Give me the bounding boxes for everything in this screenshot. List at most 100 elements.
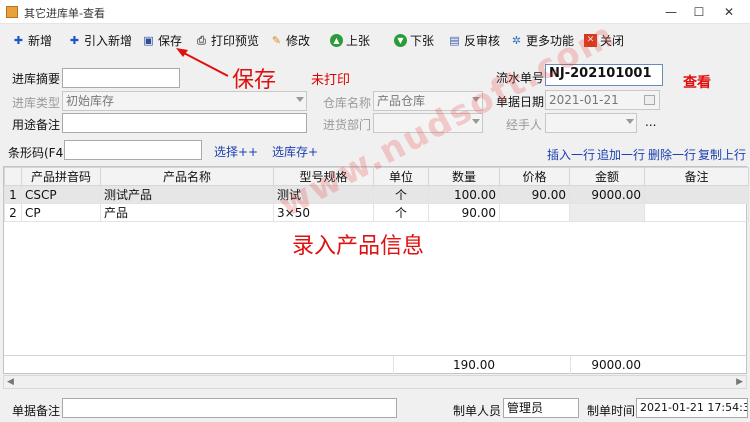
import-new-button[interactable]: ✚ 引入新增: [68, 31, 132, 49]
barcode-label: 条形码(F4): [8, 146, 68, 160]
plus-icon: ✚: [13, 33, 24, 47]
total-qty: 190.00: [393, 356, 499, 374]
save-icon: ▣: [143, 33, 154, 47]
column-header[interactable]: 备注: [644, 167, 749, 186]
code-cell[interactable]: CP: [21, 203, 101, 222]
handler-label: 经手人: [506, 118, 543, 132]
price-cell[interactable]: [499, 203, 570, 222]
next-button[interactable]: ▼ 下张: [394, 31, 434, 49]
print-status: 未打印: [311, 73, 351, 88]
gear-icon: ✲: [511, 33, 522, 47]
save-button[interactable]: ▣ 保存: [142, 31, 182, 49]
time-field[interactable]: 2021-01-21 17:54:34: [636, 398, 748, 418]
type-value: 初始库存: [66, 94, 115, 108]
warehouse-value: 产品仓库: [377, 94, 426, 108]
warehouse-label: 仓库名称: [323, 96, 372, 110]
product-grid[interactable]: 产品拼音码 产品名称 型号规格 单位 数量 价格 金额 备注 1 CSCP 测试…: [3, 166, 749, 374]
note-cell[interactable]: [644, 185, 749, 204]
column-header[interactable]: 价格: [499, 167, 570, 186]
chevron-down-icon: [626, 119, 634, 124]
view-annotation: 查看: [683, 75, 711, 91]
arrow-up-icon: ▲: [330, 33, 343, 47]
unit-cell[interactable]: 个: [373, 185, 429, 204]
edit-button[interactable]: ✎ 修改: [270, 31, 310, 49]
select-plus-link[interactable]: 选择++: [214, 143, 258, 160]
remark-label: 单据备注: [12, 404, 61, 418]
print-preview-button[interactable]: ⎙ 打印预览: [195, 31, 259, 49]
barcode-input[interactable]: [64, 140, 202, 160]
save-annotation: 保存: [232, 68, 277, 93]
edit-icon: ✎: [271, 33, 282, 47]
copy-row-link[interactable]: 复制上行: [698, 146, 746, 163]
window-title: 其它进库单-查看: [24, 7, 105, 20]
new-button[interactable]: ✚ 新增: [12, 31, 52, 49]
table-row[interactable]: 1 CSCP 测试产品 测试 个 100.00 90.00 9000.00: [4, 185, 749, 204]
summary-label: 进库摘要: [12, 72, 61, 86]
date-picker[interactable]: 2021-01-21: [545, 90, 660, 110]
qty-cell[interactable]: 100.00: [428, 185, 500, 204]
price-cell[interactable]: 90.00: [499, 185, 570, 204]
column-header[interactable]: 数量: [428, 167, 500, 186]
time-label: 制单时间: [587, 404, 636, 418]
next-label: 下张: [410, 33, 435, 48]
more-options-button[interactable]: ...: [645, 115, 656, 129]
amount-cell[interactable]: [569, 203, 645, 222]
row-number: 1: [4, 185, 22, 204]
arrow-down-icon: ▼: [394, 33, 407, 47]
date-value: 2021-01-21: [549, 93, 619, 107]
column-header[interactable]: 产品名称: [100, 167, 274, 186]
unit-cell[interactable]: 个: [373, 203, 429, 222]
column-header[interactable]: 金额: [569, 167, 645, 186]
maker-field[interactable]: 管理员: [503, 398, 579, 418]
chevron-down-icon: [296, 97, 304, 102]
save-label: 保存: [158, 33, 183, 48]
name-cell[interactable]: 测试产品: [100, 185, 274, 204]
name-cell[interactable]: 产品: [100, 203, 274, 222]
type-select[interactable]: 初始库存: [62, 91, 307, 111]
amount-cell[interactable]: 9000.00: [569, 185, 645, 204]
row-number: 2: [4, 203, 22, 222]
import-new-label: 引入新增: [84, 33, 133, 48]
note-cell[interactable]: [644, 203, 749, 222]
close-window-button[interactable]: ✕: [716, 2, 742, 22]
delete-row-link[interactable]: 删除一行: [648, 146, 696, 163]
table-row[interactable]: 2 CP 产品 3×50 个 90.00: [4, 203, 749, 222]
arrow-line: [181, 51, 229, 77]
app-icon: [6, 6, 18, 18]
dept-label: 进货部门: [323, 118, 372, 132]
prev-button[interactable]: ▲ 上张: [330, 31, 370, 49]
new-label: 新增: [28, 33, 53, 48]
prev-label: 上张: [346, 33, 371, 48]
edit-label: 修改: [286, 33, 311, 48]
append-row-link[interactable]: 追加一行: [597, 146, 645, 163]
printer-icon: ⎙: [197, 33, 206, 47]
plus-icon: ✚: [69, 33, 80, 47]
qty-cell[interactable]: 90.00: [428, 203, 500, 222]
toolbar: ✚ 新增 ✚ 引入新增 ▣ 保存 ⎙ 打印预览 ✎ 修改 ▲ 上张 ▼ 下张 ▤…: [0, 26, 750, 54]
title-bar: 其它进库单-查看 — ☐ ✕: [0, 0, 750, 24]
enter-product-annotation: 录入产品信息: [292, 234, 425, 259]
select-stock-link[interactable]: 选库存+: [272, 143, 318, 160]
unaudit-label: 反审核: [464, 33, 501, 48]
handler-select[interactable]: [545, 113, 637, 133]
totals-row: 190.00 9000.00: [4, 355, 746, 374]
row-number-header: [4, 167, 22, 186]
type-label: 进库类型: [12, 96, 61, 110]
insert-row-link[interactable]: 插入一行: [547, 146, 595, 163]
code-cell[interactable]: CSCP: [21, 185, 101, 204]
note-input[interactable]: [62, 113, 307, 133]
minimize-button[interactable]: —: [658, 2, 684, 22]
unaudit-button[interactable]: ▤ 反审核: [448, 31, 500, 49]
scroll-left-icon[interactable]: ◀: [7, 377, 14, 387]
maker-label: 制单人员: [453, 404, 502, 418]
scroll-right-icon[interactable]: ▶: [736, 377, 743, 387]
note-label: 用途备注: [12, 118, 61, 132]
maximize-button[interactable]: ☐: [686, 2, 712, 22]
column-header[interactable]: 产品拼音码: [21, 167, 101, 186]
document-icon: ▤: [449, 33, 460, 47]
remark-input[interactable]: [62, 398, 397, 418]
horizontal-scrollbar[interactable]: ◀ ▶: [3, 375, 747, 389]
summary-input[interactable]: [62, 68, 180, 88]
total-amount: 9000.00: [570, 356, 645, 374]
print-preview-label: 打印预览: [211, 33, 260, 48]
